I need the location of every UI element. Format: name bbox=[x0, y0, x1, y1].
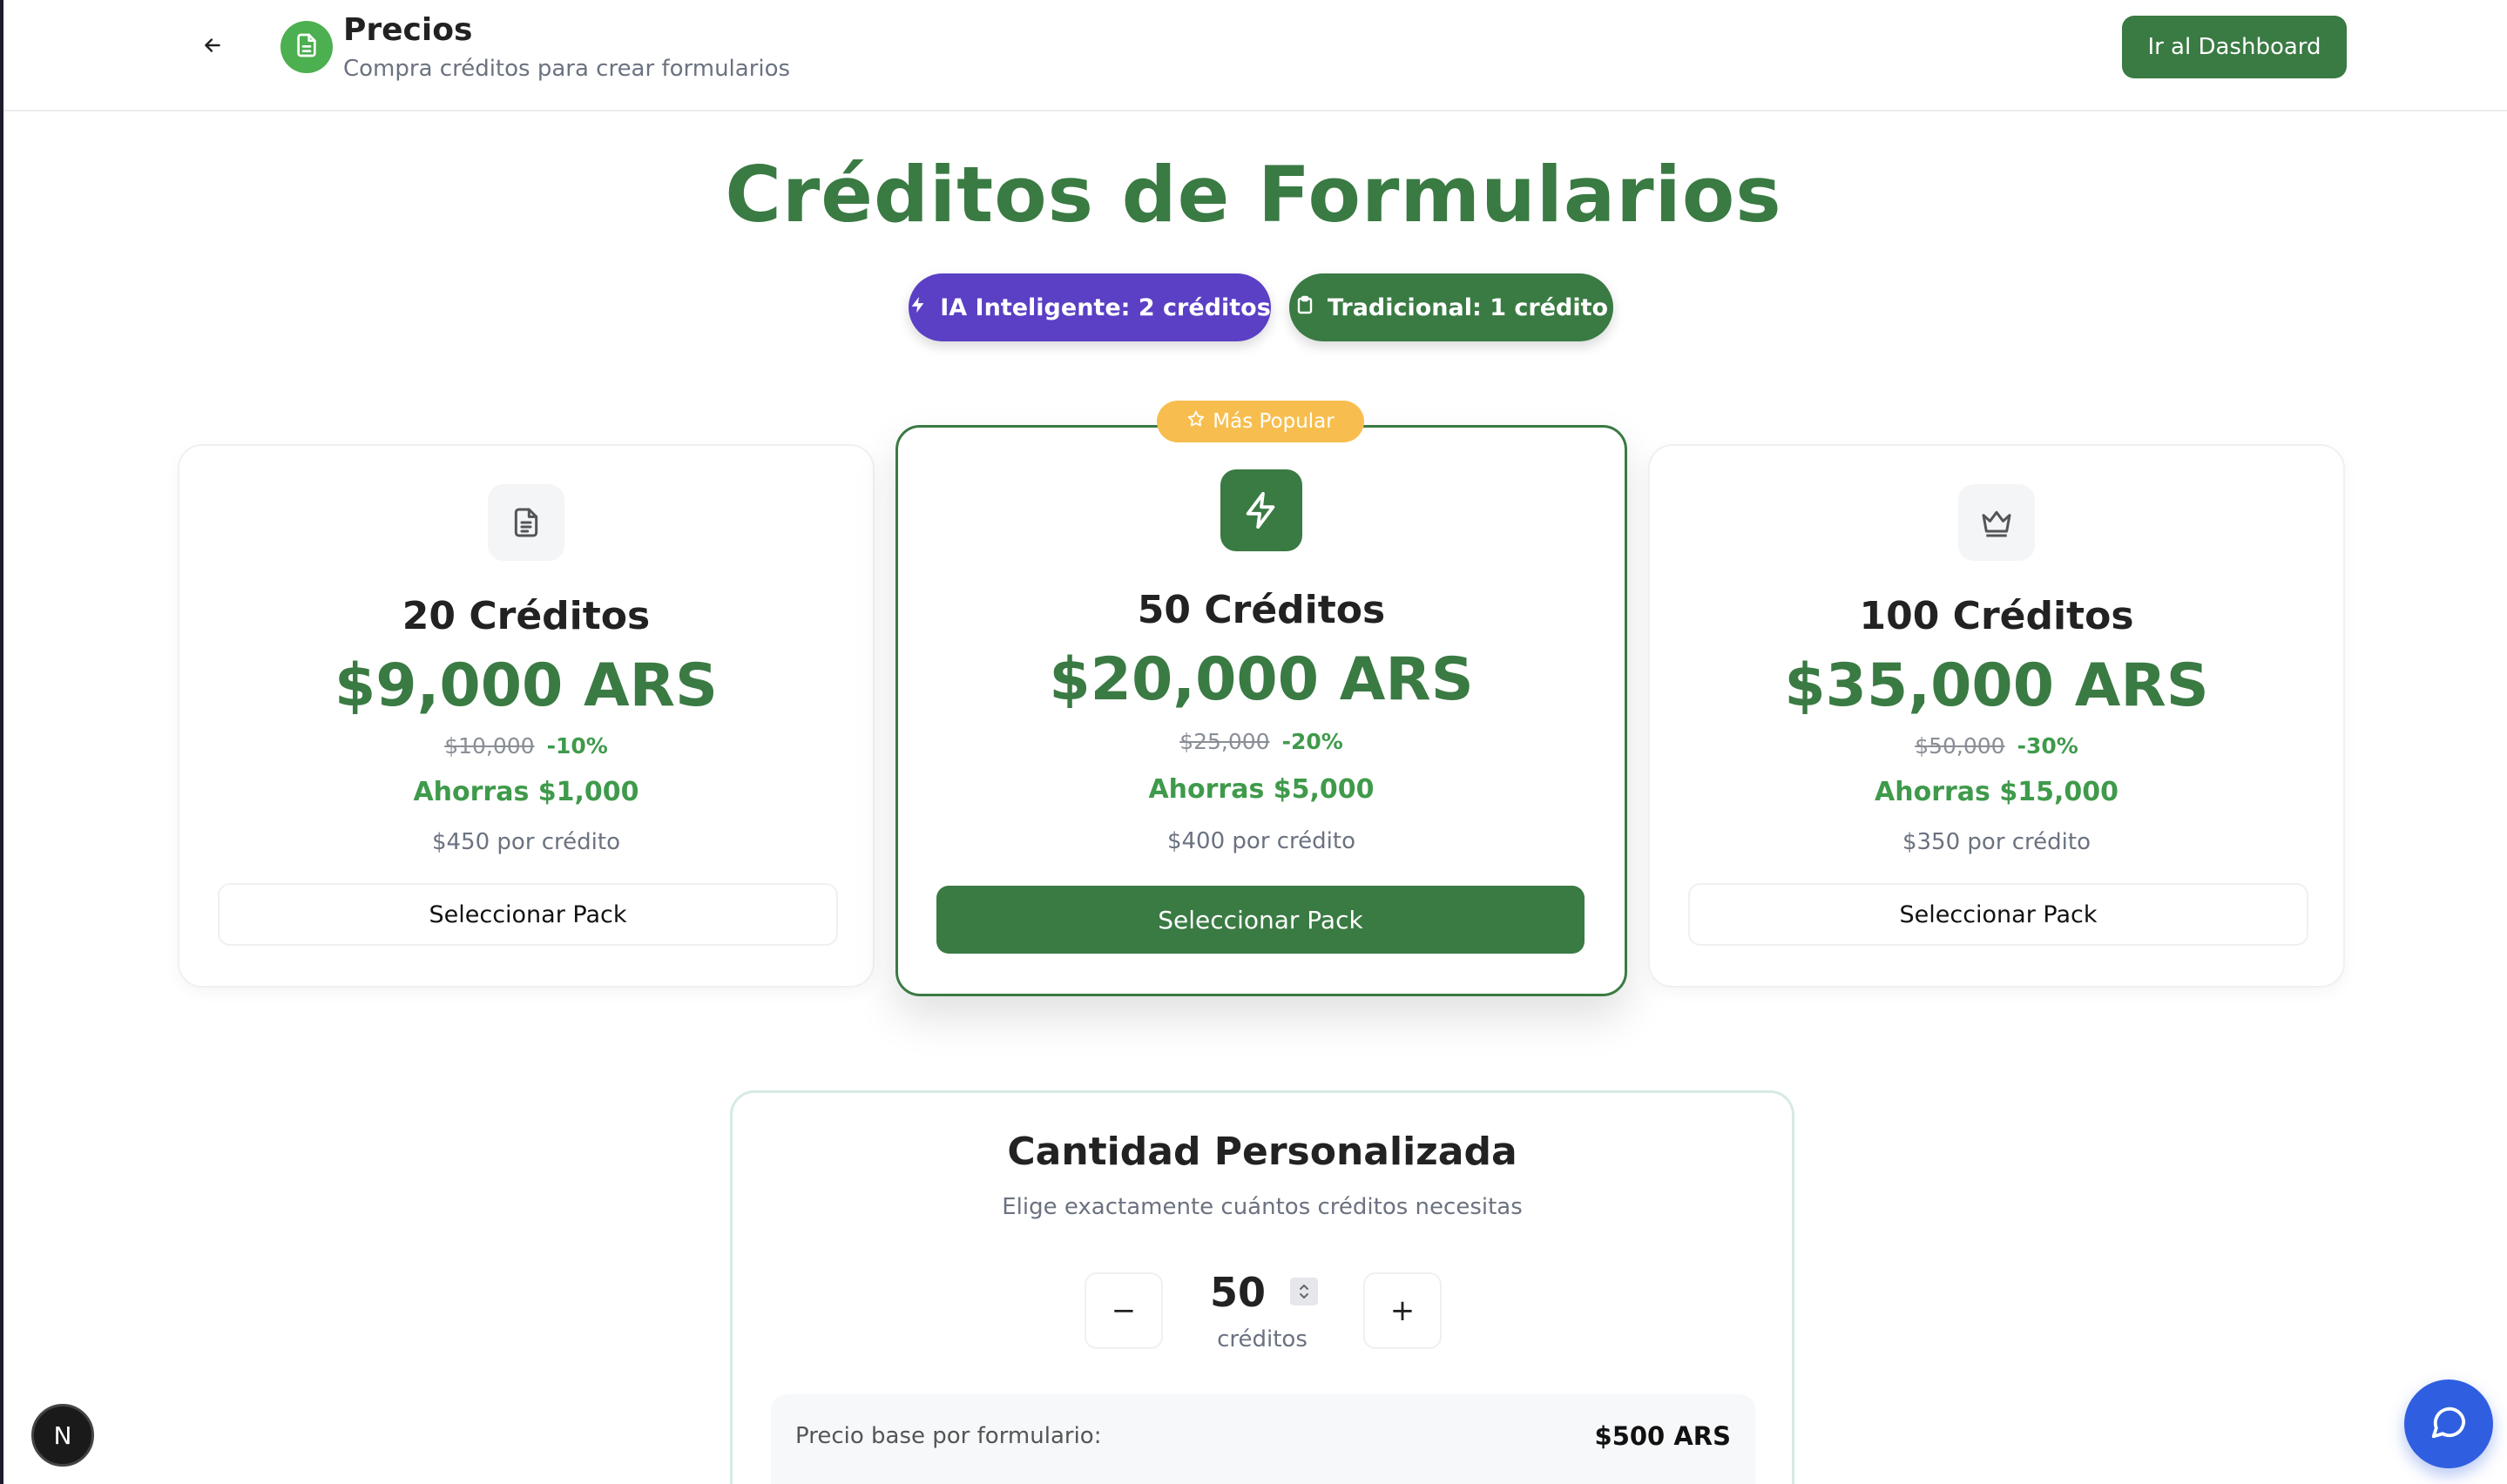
pack-discount: -20% bbox=[1281, 729, 1343, 754]
pack-original-price: $50,000 bbox=[1915, 733, 2005, 759]
quantity-unit-label: créditos bbox=[1217, 1326, 1308, 1352]
pack-per-credit: $350 por crédito bbox=[1902, 829, 2091, 855]
custom-quantity-title: Cantidad Personalizada bbox=[1007, 1130, 1517, 1174]
pack-per-credit: $400 por crédito bbox=[1166, 828, 1356, 854]
hero-title: Créditos de Formularios bbox=[725, 150, 1782, 239]
spinner-arrows-icon[interactable] bbox=[1290, 1278, 1318, 1305]
pack-price: $20,000 ARS bbox=[1049, 645, 1474, 714]
pack-original-price: $10,000 bbox=[444, 733, 535, 759]
pack-price: $35,000 ARS bbox=[1784, 651, 2209, 720]
chat-bubble-icon bbox=[2429, 1402, 2469, 1446]
star-icon bbox=[1186, 409, 1206, 434]
back-button[interactable] bbox=[192, 31, 233, 63]
top-header: Precios Compra créditos para crear formu… bbox=[3, 0, 2507, 111]
clipboard-icon bbox=[1294, 293, 1315, 322]
most-popular-badge: Más Popular bbox=[1157, 401, 1364, 442]
pack-card-50: 50 Créditos $20,000 ARS $25,000 -20% Aho… bbox=[895, 425, 1627, 996]
summary-value: $500 ARS bbox=[1594, 1421, 1731, 1451]
brand-logo bbox=[280, 21, 333, 73]
most-popular-label: Más Popular bbox=[1213, 410, 1335, 433]
pack-discount-row: $50,000 -30% bbox=[1650, 733, 2343, 759]
pack-credits: 20 Créditos bbox=[402, 594, 651, 638]
lightning-icon bbox=[909, 293, 928, 322]
pack-credits: 100 Créditos bbox=[1859, 594, 2134, 638]
pack-savings: Ahorras $5,000 bbox=[1148, 774, 1375, 805]
pack-discount: -30% bbox=[2017, 733, 2078, 759]
go-to-dashboard-button[interactable]: Ir al Dashboard bbox=[2122, 16, 2347, 78]
pack-discount-row: $10,000 -10% bbox=[179, 733, 873, 759]
summary-label: Precio base por formulario: bbox=[795, 1423, 1102, 1449]
document-icon bbox=[488, 484, 564, 561]
pack-savings: Ahorras $1,000 bbox=[413, 777, 639, 807]
traditional-credits-badge: Tradicional: 1 crédito bbox=[1289, 273, 1613, 341]
traditional-credits-label: Tradicional: 1 crédito bbox=[1327, 293, 1609, 321]
pack-original-price: $25,000 bbox=[1179, 729, 1270, 754]
ai-credits-badge: IA Inteligente: 2 créditos bbox=[909, 273, 1271, 341]
pack-card-20: 20 Créditos $9,000 ARS $10,000 -10% Ahor… bbox=[178, 444, 875, 988]
ai-credits-label: IA Inteligente: 2 créditos bbox=[940, 293, 1271, 321]
pack-credits: 50 Créditos bbox=[1137, 588, 1386, 632]
crown-icon bbox=[1958, 484, 2035, 561]
pack-discount-row: $25,000 -20% bbox=[898, 729, 1625, 754]
chat-button[interactable] bbox=[2404, 1379, 2493, 1468]
document-icon bbox=[293, 31, 321, 63]
select-pack-button[interactable]: Seleccionar Pack bbox=[218, 883, 838, 946]
custom-quantity-subtitle: Elige exactamente cuántos créditos neces… bbox=[1002, 1194, 1523, 1220]
pack-price: $9,000 ARS bbox=[334, 651, 719, 720]
select-pack-button[interactable]: Seleccionar Pack bbox=[936, 886, 1585, 954]
price-summary: Precio base por formulario: $500 ARS bbox=[771, 1394, 1755, 1484]
select-pack-button[interactable]: Seleccionar Pack bbox=[1688, 883, 2308, 946]
page-subtitle: Compra créditos para crear formularios bbox=[343, 56, 791, 82]
pack-savings: Ahorras $15,000 bbox=[1875, 777, 2118, 807]
pack-card-100: 100 Créditos $35,000 ARS $50,000 -30% Ah… bbox=[1648, 444, 2345, 988]
pack-per-credit: $450 por crédito bbox=[431, 829, 621, 855]
page-title: Precios bbox=[343, 12, 473, 48]
pack-discount: -10% bbox=[546, 733, 608, 759]
lightning-icon bbox=[1220, 469, 1302, 551]
arrow-left-icon bbox=[201, 34, 224, 60]
dev-tools-badge[interactable]: N bbox=[31, 1404, 94, 1467]
custom-quantity-section: Cantidad Personalizada Elige exactamente… bbox=[730, 1090, 1794, 1484]
summary-row: Precio base por formulario: $500 ARS bbox=[795, 1419, 1731, 1454]
